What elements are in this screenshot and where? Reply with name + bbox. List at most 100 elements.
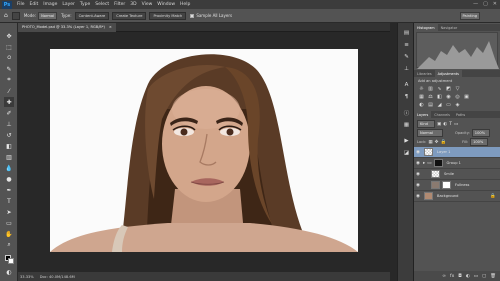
workspace-select[interactable]: Painting <box>459 11 480 20</box>
content-aware-button[interactable]: Content-Aware <box>74 11 110 20</box>
layer-style-icon[interactable]: fx <box>450 274 454 279</box>
color-lookup-icon[interactable]: ▣ <box>464 95 469 100</box>
new-layer-icon[interactable]: ▢ <box>482 274 486 279</box>
lock-position-icon[interactable]: ✥ <box>435 140 439 145</box>
menu-select[interactable]: Select <box>95 2 109 7</box>
invert-icon[interactable]: ◐ <box>419 103 424 108</box>
minimize-button[interactable]: — <box>473 1 478 7</box>
menu-help[interactable]: Help <box>180 2 190 7</box>
layer-mask-thumbnail[interactable] <box>433 159 443 167</box>
photo-filter-icon[interactable]: ◉ <box>446 95 451 100</box>
curves-icon[interactable]: ∿ <box>437 87 442 92</box>
tab-paths[interactable]: Paths <box>453 111 468 118</box>
path-selection-tool-icon[interactable]: ➤ <box>4 207 14 217</box>
layer-row-smile[interactable]: ◉ Smile <box>414 169 500 180</box>
menu-type[interactable]: Type <box>80 2 90 7</box>
shape-tool-icon[interactable]: ▭ <box>4 218 14 228</box>
opacity-field[interactable]: 100% <box>471 129 490 137</box>
zoom-level[interactable]: 33.33% <box>20 275 34 279</box>
gradient-map-icon[interactable]: ▭ <box>446 103 451 108</box>
close-tab-icon[interactable]: × <box>109 25 112 30</box>
filter-adjustment-icon[interactable]: ◐ <box>443 122 447 127</box>
character-panel-icon[interactable]: A <box>402 81 411 89</box>
patch-tool-icon[interactable]: ⌂ <box>4 12 8 19</box>
menu-file[interactable]: File <box>17 2 25 7</box>
fill-field[interactable]: 100% <box>470 138 489 146</box>
levels-icon[interactable]: ▥ <box>428 87 433 92</box>
posterize-icon[interactable]: ▤ <box>428 103 433 108</box>
new-adjustment-icon[interactable]: ◐ <box>466 274 470 279</box>
color-balance-icon[interactable]: ⚖ <box>428 95 433 100</box>
tab-libraries[interactable]: Libraries <box>414 70 435 77</box>
threshold-icon[interactable]: ◢ <box>437 103 442 108</box>
link-layers-icon[interactable]: ∞ <box>442 274 446 279</box>
lock-all-icon[interactable]: 🔒 <box>440 140 446 145</box>
filter-type-icon[interactable]: T <box>449 122 452 127</box>
lock-pixels-icon[interactable]: ▦ <box>428 140 432 145</box>
selective-color-icon[interactable]: ◈ <box>455 103 460 108</box>
blur-tool-icon[interactable]: 💧 <box>4 163 14 173</box>
exposure-icon[interactable]: ◩ <box>446 87 451 92</box>
menu-layer[interactable]: Layer <box>62 2 75 7</box>
type-tool-icon[interactable]: T <box>4 196 14 206</box>
menu-filter[interactable]: Filter <box>114 2 125 7</box>
sample-all-layers-checkbox[interactable] <box>190 14 195 18</box>
styles-panel-icon[interactable]: ◪ <box>402 149 411 157</box>
document-tab[interactable]: PHOTO_Model.psd @ 33.3% (Layer 1, RGB/8*… <box>18 23 116 32</box>
menu-edit[interactable]: Edit <box>30 2 39 7</box>
eye-icon[interactable]: ◉ <box>414 194 422 199</box>
move-tool-icon[interactable]: ✥ <box>4 31 14 41</box>
eraser-tool-icon[interactable]: ◧ <box>4 141 14 151</box>
tab-navigator[interactable]: Navigator <box>438 24 461 31</box>
gradient-tool-icon[interactable]: ▥ <box>4 152 14 162</box>
history-panel-icon[interactable]: ▤ <box>402 29 411 37</box>
eyedropper-tool-icon[interactable]: ⁄ <box>4 86 14 96</box>
expand-arrow-icon[interactable]: ▸ <box>423 161 425 166</box>
crop-tool-icon[interactable]: ⌗ <box>4 75 14 85</box>
eye-icon[interactable]: ◉ <box>414 183 422 188</box>
foreground-color-swatch[interactable] <box>4 254 14 264</box>
hue-saturation-icon[interactable]: ▦ <box>419 95 424 100</box>
hand-tool-icon[interactable]: ✋ <box>4 229 14 239</box>
close-button[interactable]: ✕ <box>493 1 497 7</box>
eye-icon[interactable]: ◉ <box>414 150 422 155</box>
properties-panel-icon[interactable]: ≡ <box>402 41 411 49</box>
mode-select[interactable]: Normal <box>38 11 58 20</box>
tab-layers[interactable]: Layers <box>414 111 432 118</box>
zoom-tool-icon[interactable]: ⌕ <box>4 240 14 250</box>
blend-mode-select[interactable]: Normal <box>417 129 443 137</box>
brush-preset-picker[interactable] <box>11 11 20 20</box>
tab-channels[interactable]: Channels <box>431 111 453 118</box>
pen-tool-icon[interactable]: ✒ <box>4 185 14 195</box>
vibrance-icon[interactable]: ▽ <box>455 87 460 92</box>
swatches-panel-icon[interactable]: ▦ <box>402 121 411 129</box>
menu-image[interactable]: Image <box>43 2 57 7</box>
background-color-swatch[interactable] <box>8 258 14 264</box>
paragraph-panel-icon[interactable]: ¶ <box>402 93 411 101</box>
layer-mask-thumbnail[interactable] <box>442 181 451 189</box>
add-mask-icon[interactable]: ◘ <box>458 274 462 279</box>
clone-stamp-tool-icon[interactable]: ⊥ <box>4 119 14 129</box>
menu-3d[interactable]: 3D <box>130 2 136 7</box>
eye-icon[interactable]: ◉ <box>414 172 422 177</box>
tab-histogram[interactable]: Histogram <box>414 24 438 31</box>
maximize-button[interactable]: ▢ <box>483 1 488 7</box>
channel-mixer-icon[interactable]: ◎ <box>455 95 460 100</box>
brightness-icon[interactable]: ☼ <box>419 87 424 92</box>
black-white-icon[interactable]: ◧ <box>437 95 442 100</box>
create-texture-button[interactable]: Create Texture <box>112 11 147 20</box>
menu-window[interactable]: Window <box>157 2 175 7</box>
kind-filter-select[interactable]: Kind <box>417 120 435 128</box>
new-group-icon[interactable]: ▭ <box>474 274 478 279</box>
actions-panel-icon[interactable]: ▶ <box>402 137 411 145</box>
document-canvas-photo[interactable] <box>50 49 358 252</box>
eye-icon[interactable]: ◉ <box>414 161 422 166</box>
healing-brush-tool-icon[interactable]: ✚ <box>4 97 14 107</box>
quick-mask-icon[interactable]: ◐ <box>4 267 14 277</box>
filter-shape-icon[interactable]: ▭ <box>454 122 458 127</box>
menu-view[interactable]: View <box>142 2 153 7</box>
brush-panel-icon[interactable]: ✎ <box>402 53 411 61</box>
layer-row-background[interactable]: ◉ Background 🔒 <box>414 191 500 202</box>
tab-adjustments[interactable]: Adjustments <box>434 70 462 77</box>
layer-row-layer-1[interactable]: ◉ Layer 1 <box>414 147 500 158</box>
